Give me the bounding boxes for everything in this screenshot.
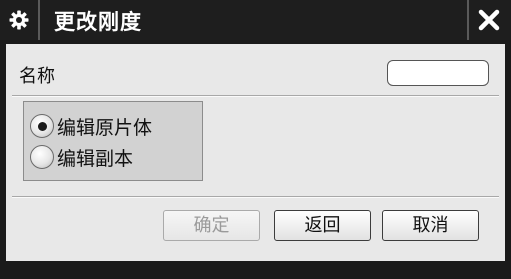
title-separator-left — [38, 0, 40, 40]
radio-dot — [38, 122, 47, 131]
edit-mode-radio-group: 编辑原片体 编辑副本 — [23, 101, 203, 181]
divider-bottom — [12, 196, 499, 198]
dialog-footer-border — [0, 261, 511, 279]
title-bar[interactable]: 更改刚度 — [0, 0, 511, 40]
divider-top — [12, 95, 499, 97]
cancel-button[interactable]: 取消 — [382, 210, 479, 241]
dialog-body: 名称 编辑原片体 编辑副本 确定 返回 取消 — [6, 44, 505, 261]
title-separator-right — [467, 0, 469, 40]
change-stiffness-dialog: 更改刚度 名称 编辑原片体 编辑副本 确定 返回 取消 — [0, 0, 511, 279]
ok-button[interactable]: 确定 — [163, 210, 260, 241]
radio-edit-original[interactable]: 编辑原片体 — [30, 111, 152, 141]
name-input[interactable] — [387, 60, 489, 86]
radio-edit-original-label: 编辑原片体 — [57, 116, 153, 139]
close-icon[interactable] — [474, 5, 504, 35]
radio-button-selected[interactable] — [30, 114, 54, 138]
dialog-title: 更改刚度 — [54, 10, 142, 34]
radio-button-unselected[interactable] — [30, 145, 54, 169]
back-button[interactable]: 返回 — [274, 210, 371, 241]
radio-edit-copy-label: 编辑副本 — [57, 147, 134, 170]
gear-icon[interactable] — [8, 9, 30, 31]
radio-edit-copy[interactable]: 编辑副本 — [30, 142, 133, 172]
name-label: 名称 — [19, 66, 55, 87]
